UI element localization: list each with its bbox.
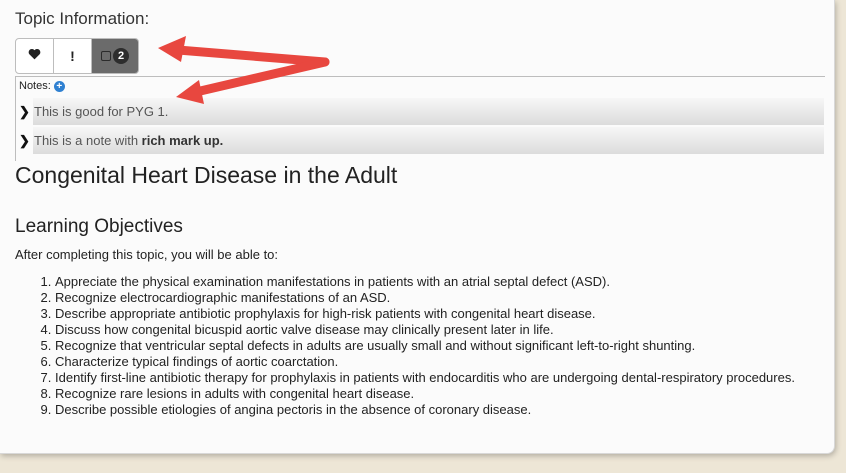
objective-item: Recognize that ventricular septal defect… [55, 338, 835, 354]
notes-panel: Notes: + ❯ This is good for PYG 1. ❯ Thi… [15, 76, 825, 161]
notes-icon [101, 51, 111, 61]
notes-label: Notes: [19, 80, 51, 92]
flag-button[interactable]: ! [54, 39, 92, 73]
note-text-plain: This is a note with [34, 133, 142, 148]
note-item[interactable]: ❯ This is good for PYG 1. [16, 98, 824, 125]
heart-icon [28, 47, 41, 65]
add-note-plus-icon[interactable]: + [53, 80, 65, 92]
objective-item: Discuss how congenital bicuspid aortic v… [55, 322, 835, 338]
notes-header: Notes: + [19, 80, 65, 92]
note-text: This is good for PYG 1. [34, 104, 169, 119]
topic-title: Congenital Heart Disease in the Adult [15, 162, 398, 188]
notes-button[interactable]: 2 [92, 39, 138, 73]
note-item[interactable]: ❯ This is a note with rich mark up. [16, 127, 824, 154]
objective-item: Identify first-line antibiotic therapy f… [55, 370, 835, 386]
objectives-intro: After completing this topic, you will be… [15, 247, 279, 262]
objective-item: Appreciate the physical examination mani… [55, 274, 835, 290]
objectives-list: Appreciate the physical examination mani… [15, 274, 835, 418]
topic-card: Topic Information: ! 2 Notes: + ❯ This i… [0, 0, 835, 454]
chevron-right-icon[interactable]: ❯ [16, 133, 33, 149]
chevron-right-icon[interactable]: ❯ [16, 104, 33, 120]
objective-item: Describe appropriate antibiotic prophyla… [55, 306, 835, 322]
exclamation-icon: ! [70, 48, 75, 64]
learning-objectives-heading: Learning Objectives [15, 216, 183, 237]
note-text-bold: rich mark up. [141, 133, 224, 148]
notes-count-badge: 2 [113, 48, 129, 64]
objective-item: Recognize rare lesions in adults with co… [55, 386, 835, 402]
objective-item: Describe possible etiologies of angina p… [55, 402, 835, 418]
topic-toolbar: ! 2 [15, 38, 139, 74]
favorite-button[interactable] [16, 39, 54, 73]
objective-item: Recognize electrocardiographic manifesta… [55, 290, 835, 306]
note-text: This is a note with rich mark up. [34, 133, 223, 148]
topic-information-heading: Topic Information: [15, 9, 150, 28]
objective-item: Characterize typical findings of aortic … [55, 354, 835, 370]
